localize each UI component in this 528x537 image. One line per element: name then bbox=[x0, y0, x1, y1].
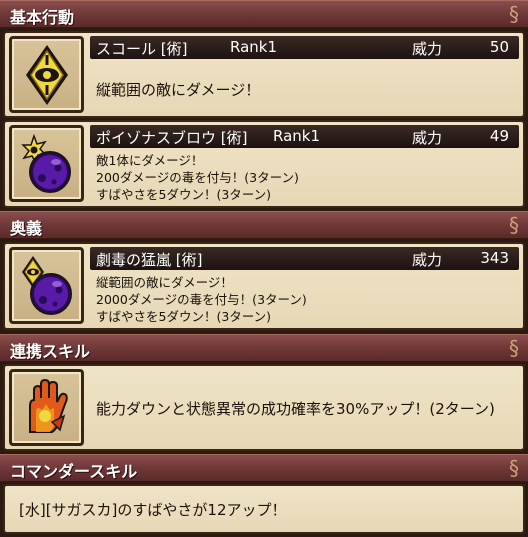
section-header-commander: コマンダースキル § bbox=[0, 454, 528, 482]
ornament-curl-icon: § bbox=[509, 2, 519, 26]
skill-description: 縦範囲の敵にダメージ！ bbox=[96, 81, 261, 99]
skill-rank: Rank1 bbox=[230, 38, 278, 56]
power-value: 49 bbox=[489, 127, 509, 145]
skill-icon-box bbox=[9, 369, 84, 446]
power-label: 威力 bbox=[412, 129, 443, 147]
flame-hand-icon bbox=[29, 378, 68, 433]
skill-icon-box bbox=[9, 36, 84, 113]
ornament-curl-icon: § bbox=[509, 213, 519, 237]
skill-card-deadly-poison-storm[interactable]: 劇毒の猛嵐 [術] 威力 343 縦範囲の敵にダメージ！ 2000ダメージの毒を… bbox=[3, 242, 525, 330]
skill-title-bar: 劇毒の猛嵐 [術] 威力 343 bbox=[90, 247, 519, 270]
power-value: 343 bbox=[480, 249, 509, 267]
skill-icon-box bbox=[9, 125, 84, 202]
power-label: 威力 bbox=[412, 40, 443, 58]
commander-skill-card[interactable]: [水][サガスカ]のすばやさが12アップ！ bbox=[3, 484, 525, 534]
power-value: 50 bbox=[489, 38, 509, 56]
ornament-curl-icon: § bbox=[509, 336, 519, 360]
section-header-link: 連携スキル § bbox=[0, 334, 528, 362]
skill-rank: Rank1 bbox=[273, 127, 321, 145]
ornament-curl-icon: § bbox=[509, 456, 519, 480]
desc-line: 2000ダメージの毒を付与！(3ターン) bbox=[96, 292, 307, 307]
section-title-ougi: 奥義 bbox=[10, 219, 43, 238]
skill-title-bar: ポイゾナスブロウ [術] Rank1 威力 49 bbox=[90, 125, 519, 148]
yellow-eye-diamond-icon bbox=[26, 45, 68, 105]
skill-title-bar: スコール [術] Rank1 威力 50 bbox=[90, 36, 519, 59]
poison-orb-burst-icon bbox=[21, 133, 71, 193]
link-skill-description: 能力ダウンと状態異常の成功確率を30%アップ！(2ターン) bbox=[96, 400, 495, 418]
desc-line: すばやさを5ダウン！(3ターン) bbox=[96, 187, 272, 202]
desc-line: 縦範囲の敵にダメージ！ bbox=[96, 275, 233, 290]
skill-name: 劇毒の猛嵐 [術] bbox=[96, 251, 203, 269]
section-title-basic: 基本行動 bbox=[10, 8, 75, 27]
desc-line: 200ダメージの毒を付与！(3ターン) bbox=[96, 170, 299, 185]
power-label: 威力 bbox=[412, 251, 443, 269]
skill-icon-box bbox=[9, 247, 84, 324]
desc-line: すばやさを5ダウン！(3ターン) bbox=[96, 309, 272, 324]
commander-skill-description: [水][サガスカ]のすばやさが12アップ！ bbox=[19, 501, 287, 519]
skill-card-poisonous-blow[interactable]: ポイゾナスブロウ [術] Rank1 威力 49 敵1体にダメージ！ 200ダメ… bbox=[3, 120, 525, 208]
section-title-link: 連携スキル bbox=[10, 342, 91, 361]
section-title-commander: コマンダースキル bbox=[10, 462, 138, 481]
section-header-basic: 基本行動 § bbox=[0, 0, 528, 28]
skill-description: 敵1体にダメージ！ 200ダメージの毒を付与！(3ターン) すばやさを5ダウン！… bbox=[96, 152, 299, 203]
skill-description: 縦範囲の敵にダメージ！ 2000ダメージの毒を付与！(3ターン) すばやさを5ダ… bbox=[96, 274, 307, 325]
link-skill-card[interactable]: 能力ダウンと状態異常の成功確率を30%アップ！(2ターン) bbox=[3, 364, 525, 451]
poison-orb-eye-icon bbox=[22, 256, 72, 315]
section-header-ougi: 奥義 § bbox=[0, 211, 528, 239]
skill-name: スコール [術] bbox=[96, 40, 188, 58]
skill-card-squall[interactable]: スコール [術] Rank1 威力 50 縦範囲の敵にダメージ！ bbox=[3, 31, 525, 118]
skill-name: ポイゾナスブロウ [術] bbox=[96, 129, 248, 147]
desc-line: 敵1体にダメージ！ bbox=[96, 153, 204, 168]
